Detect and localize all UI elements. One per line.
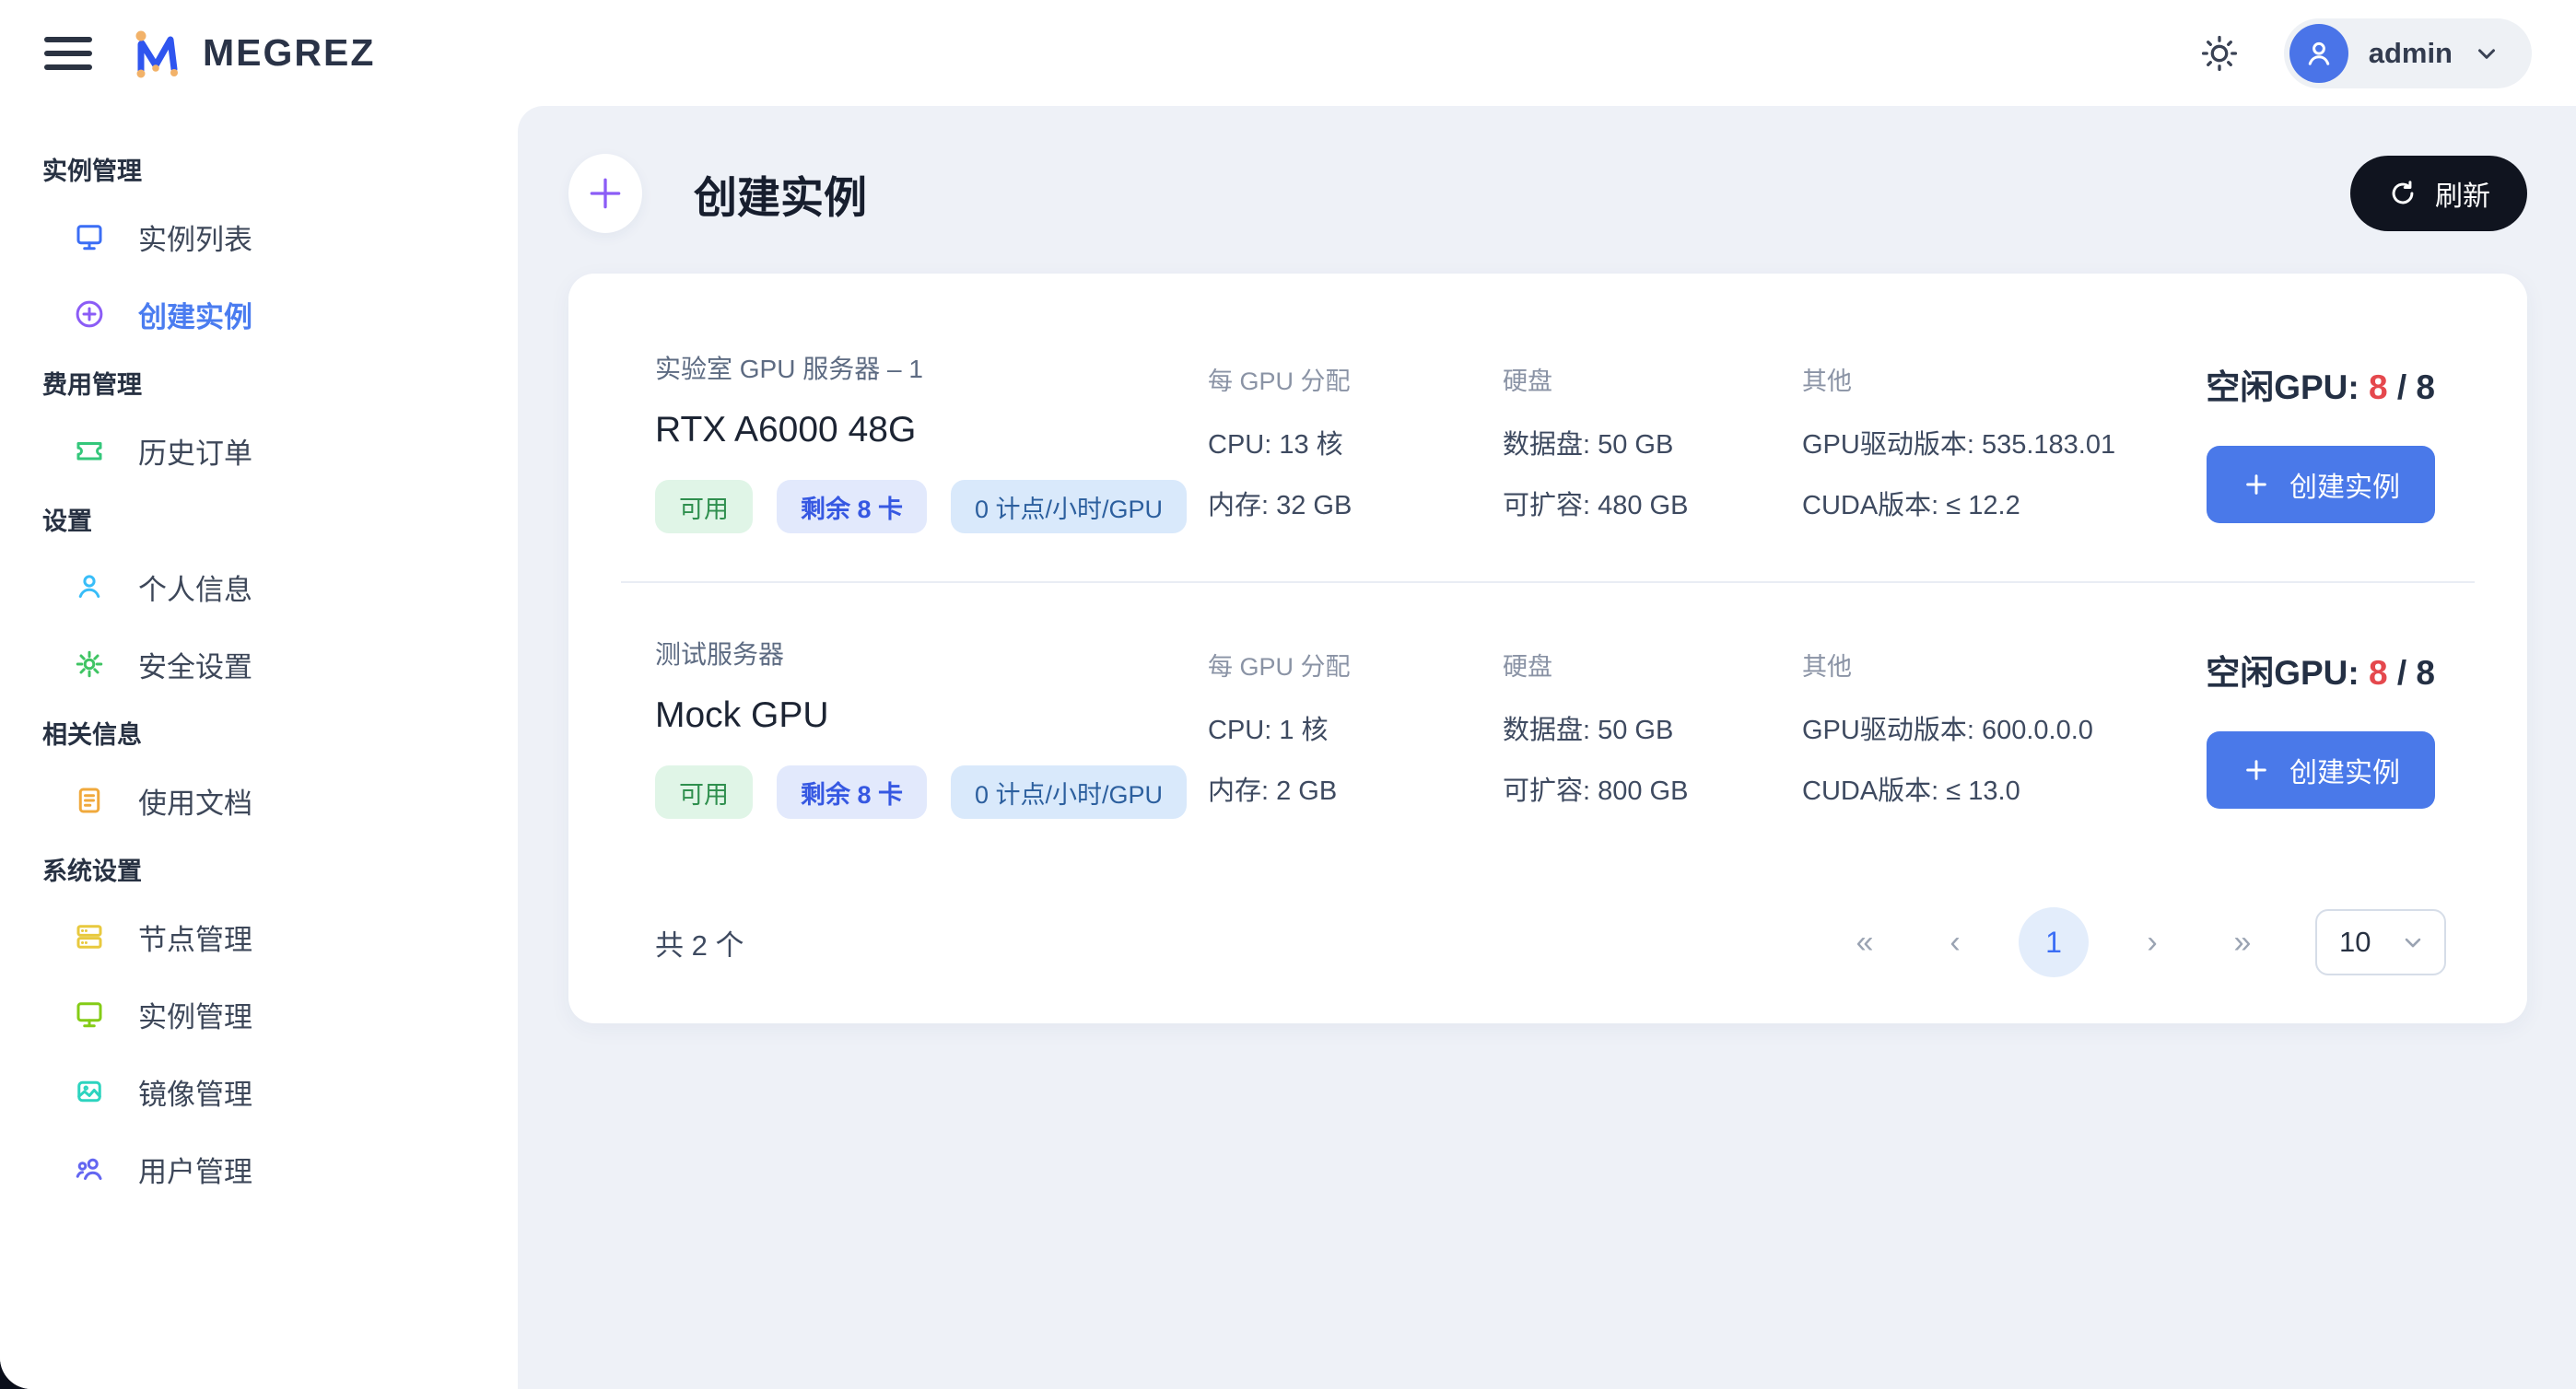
status-badge: 可用 [655, 765, 753, 819]
main-content: 创建实例 刷新 实验室 GPU 服务器 – 1 RTX A6000 48G 可用 [518, 106, 2576, 1389]
server-row: 实验室 GPU 服务器 – 1 RTX A6000 48G 可用 剩余 8 卡 … [568, 298, 2527, 581]
monitor-icon [72, 997, 107, 1032]
remaining-badge: 剩余 8 卡 [777, 765, 927, 819]
monitor-icon [72, 219, 107, 254]
refresh-icon [2387, 178, 2418, 209]
page-size-select[interactable]: 10 [2315, 909, 2446, 975]
brand-logo[interactable]: MEGREZ [129, 27, 375, 80]
sidebar-item-create-instance[interactable]: 创建实例 [42, 275, 518, 353]
plus-icon [2242, 470, 2271, 499]
user-menu[interactable]: admin [2284, 18, 2532, 88]
next-page-icon[interactable]: › [2125, 916, 2179, 969]
data-disk-spec: 数据盘: 50 GB [1503, 423, 1802, 461]
sidebar-section-settings: 设置 [42, 489, 518, 548]
memory-spec: 内存: 2 GB [1208, 769, 1503, 808]
sidebar-item-instance-list[interactable]: 实例列表 [42, 198, 518, 275]
chevron-down-icon [2473, 40, 2500, 67]
gear-icon [72, 647, 107, 682]
free-gpu-counter: 空闲GPU: 8 / 8 [2206, 645, 2435, 694]
free-gpu-count: 8 [2369, 368, 2388, 406]
megrez-logo-icon [129, 27, 186, 80]
sidebar-section-billing: 费用管理 [42, 353, 518, 412]
cuda-spec: CUDA版本: ≤ 12.2 [1802, 484, 2206, 522]
sidebar-section-system: 系统设置 [42, 839, 518, 898]
users-icon [72, 1151, 107, 1186]
image-icon [72, 1074, 107, 1109]
sidebar-item-order-history[interactable]: 历史订单 [42, 412, 518, 489]
expandable-spec: 可扩容: 800 GB [1503, 769, 1802, 808]
server-row: 测试服务器 Mock GPU 可用 剩余 8 卡 0 计点/小时/GPU 每 G… [568, 583, 2527, 867]
server-subtitle: 实验室 GPU 服务器 – 1 [655, 349, 1208, 386]
page-header: 创建实例 刷新 [568, 154, 2527, 233]
sidebar-item-instance-mgmt[interactable]: 实例管理 [42, 975, 518, 1053]
theme-toggle-sun-icon[interactable] [2199, 33, 2240, 74]
other-header: 其他 [1802, 361, 2206, 397]
user-name: admin [2369, 37, 2453, 70]
sidebar-item-security[interactable]: 安全设置 [42, 625, 518, 703]
topbar: MEGREZ admin [0, 0, 2576, 106]
total-gpu-count: 8 [2416, 368, 2435, 406]
page-title: 创建实例 [694, 162, 867, 226]
cuda-spec: CUDA版本: ≤ 13.0 [1802, 769, 2206, 808]
pagination: 共 2 个 « ‹ 1 › » 10 [568, 867, 2527, 986]
create-instance-button[interactable]: 创建实例 [2207, 446, 2435, 523]
sidebar: 实例管理 实例列表 创建实例 费用管理 [0, 106, 518, 1389]
sidebar-item-image-mgmt[interactable]: 镜像管理 [42, 1053, 518, 1130]
server-subtitle: 测试服务器 [655, 635, 1208, 671]
driver-spec: GPU驱动版本: 600.0.0.0 [1802, 708, 2206, 747]
free-gpu-counter: 空闲GPU: 8 / 8 [2206, 359, 2435, 409]
menu-icon[interactable] [44, 35, 92, 72]
plus-icon [2242, 755, 2271, 785]
avatar [2289, 24, 2348, 83]
page-plus-icon[interactable] [568, 154, 642, 233]
cpu-spec: CPU: 1 核 [1208, 708, 1503, 747]
price-badge: 0 计点/小时/GPU [951, 480, 1187, 533]
server-list-panel: 实验室 GPU 服务器 – 1 RTX A6000 48G 可用 剩余 8 卡 … [568, 274, 2527, 1023]
per-gpu-header: 每 GPU 分配 [1208, 647, 1503, 683]
remaining-badge: 剩余 8 卡 [777, 480, 927, 533]
sidebar-item-profile[interactable]: 个人信息 [42, 548, 518, 625]
last-page-icon[interactable]: » [2216, 916, 2269, 969]
server-name: Mock GPU [655, 695, 1208, 736]
total-count: 共 2 个 [655, 922, 744, 963]
total-gpu-count: 8 [2416, 654, 2435, 692]
expandable-spec: 可扩容: 480 GB [1503, 484, 1802, 522]
sidebar-item-user-mgmt[interactable]: 用户管理 [42, 1130, 518, 1208]
prev-page-icon[interactable]: ‹ [1928, 916, 1982, 969]
refresh-button[interactable]: 刷新 [2350, 156, 2527, 231]
page-size-value: 10 [2339, 926, 2371, 959]
disk-header: 硬盘 [1503, 647, 1802, 683]
server-name: RTX A6000 48G [655, 410, 1208, 450]
sidebar-item-docs[interactable]: 使用文档 [42, 762, 518, 839]
brand-name: MEGREZ [203, 31, 375, 75]
sidebar-section-instance-mgmt: 实例管理 [42, 139, 518, 198]
first-page-icon[interactable]: « [1838, 916, 1891, 969]
server-icon [72, 919, 107, 954]
free-gpu-count: 8 [2369, 654, 2388, 692]
per-gpu-header: 每 GPU 分配 [1208, 361, 1503, 397]
other-header: 其他 [1802, 647, 2206, 683]
data-disk-spec: 数据盘: 50 GB [1503, 708, 1802, 747]
current-page[interactable]: 1 [2019, 907, 2089, 977]
status-badge: 可用 [655, 480, 753, 533]
chevron-down-icon [2400, 929, 2426, 955]
driver-spec: GPU驱动版本: 535.183.01 [1802, 423, 2206, 461]
plus-circle-icon [72, 297, 107, 332]
app-frame: MEGREZ admin [0, 0, 2576, 1389]
sidebar-item-node-mgmt[interactable]: 节点管理 [42, 898, 518, 975]
document-icon [72, 783, 107, 818]
disk-header: 硬盘 [1503, 361, 1802, 397]
cpu-spec: CPU: 13 核 [1208, 423, 1503, 461]
sidebar-section-related-info: 相关信息 [42, 703, 518, 762]
create-instance-button[interactable]: 创建实例 [2207, 731, 2435, 809]
price-badge: 0 计点/小时/GPU [951, 765, 1187, 819]
memory-spec: 内存: 32 GB [1208, 484, 1503, 522]
ticket-icon [72, 433, 107, 468]
user-icon [72, 569, 107, 604]
